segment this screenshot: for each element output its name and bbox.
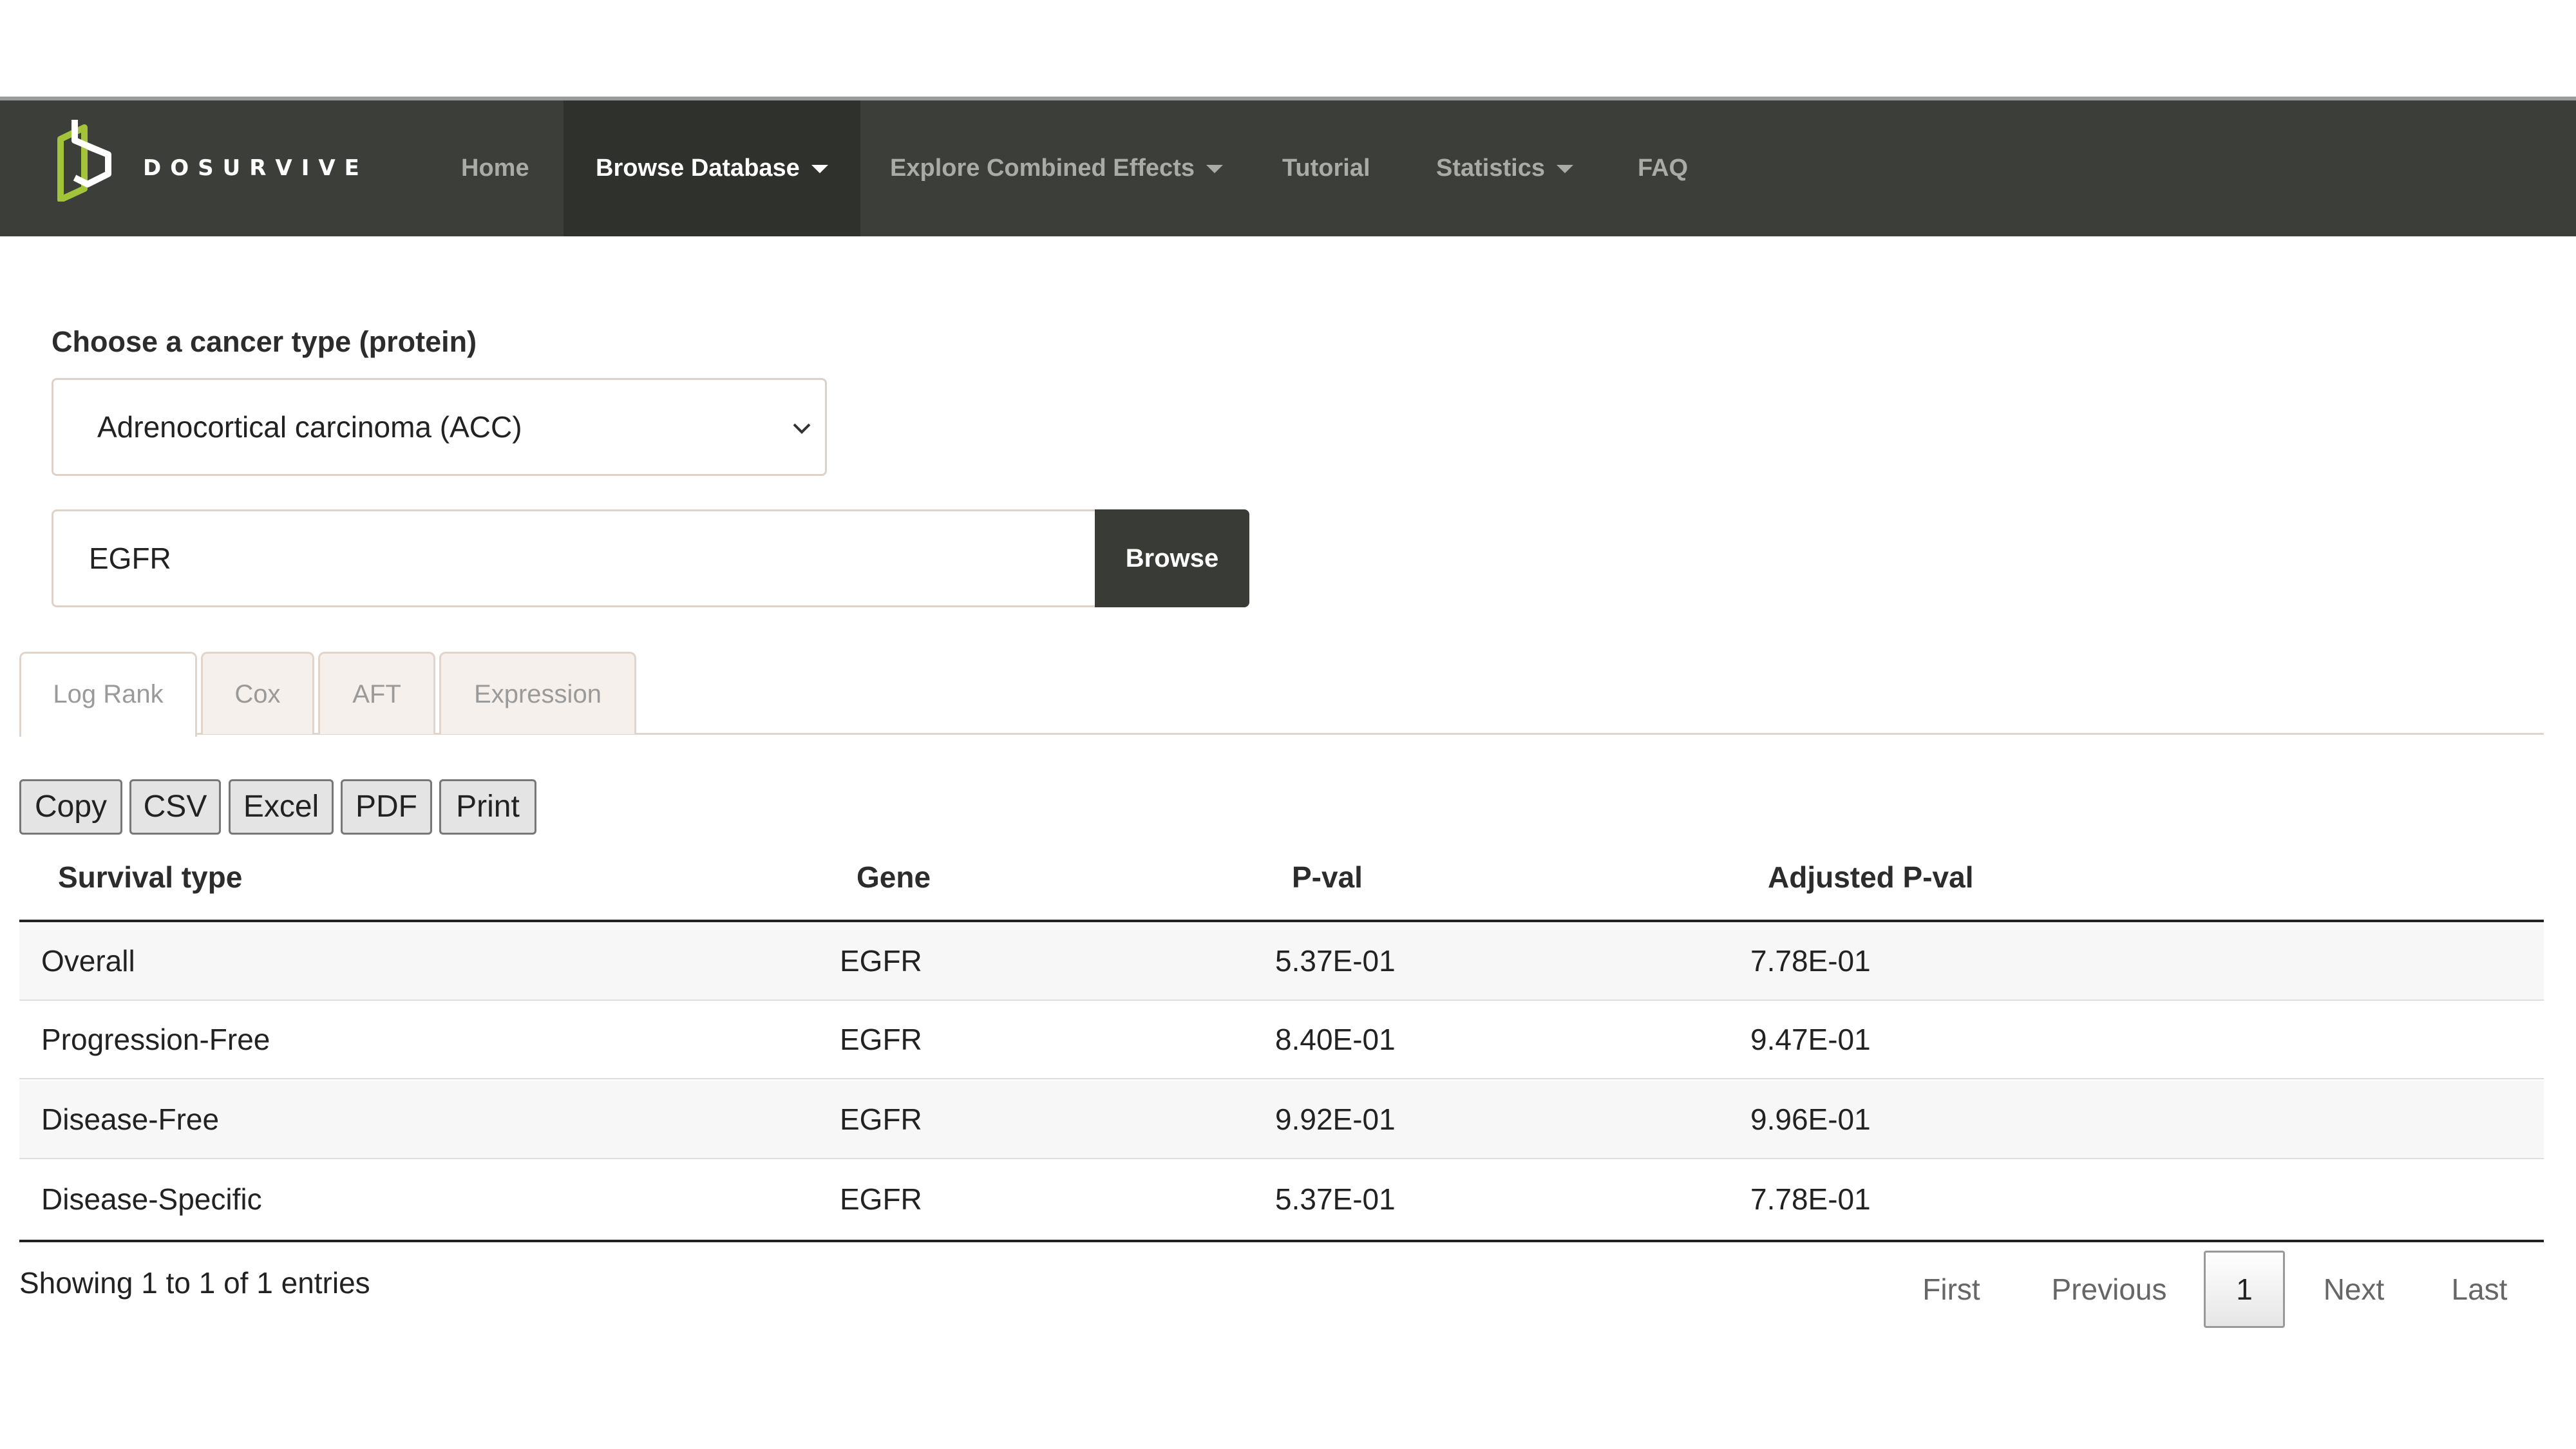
- tab-log-rank[interactable]: Log Rank: [19, 652, 197, 737]
- nav-home[interactable]: Home: [461, 100, 529, 236]
- pagination-last[interactable]: Last: [2434, 1251, 2524, 1328]
- copy-button[interactable]: Copy: [19, 779, 122, 835]
- cell-survival-type: Progression-Free: [41, 1023, 270, 1056]
- tab-expression[interactable]: Expression: [439, 652, 636, 734]
- excel-button[interactable]: Excel: [229, 779, 334, 835]
- cell-adjusted-pval: 7.78E-01: [1750, 944, 1871, 978]
- cell-survival-type: Disease-Specific: [41, 1182, 262, 1216]
- dosurvive-logo-icon[interactable]: [49, 115, 120, 202]
- cell-gene: EGFR: [840, 1023, 922, 1056]
- nav-explore-label: Explore Combined Effects: [890, 155, 1195, 182]
- nav-home-label: Home: [461, 155, 529, 182]
- nav-statistics[interactable]: Statistics: [1436, 100, 1573, 236]
- column-header-adjusted-pval[interactable]: Adjusted P-val: [1768, 850, 1974, 917]
- caret-down-icon: [1206, 165, 1223, 174]
- nav-browse-database[interactable]: Browse Database: [564, 100, 860, 236]
- pagination-next[interactable]: Next: [2309, 1251, 2399, 1328]
- cell-adjusted-pval: 7.78E-01: [1750, 1182, 1871, 1216]
- cell-pval: 5.37E-01: [1275, 944, 1396, 978]
- cell-survival-type: Disease-Free: [41, 1103, 220, 1136]
- nav-tutorial[interactable]: Tutorial: [1282, 100, 1370, 236]
- table-row: Disease-Free EGFR 9.92E-01 9.96E-01: [19, 1081, 2544, 1159]
- browse-button[interactable]: Browse: [1095, 509, 1249, 607]
- pagination-page-1[interactable]: 1: [2204, 1251, 2285, 1328]
- tab-aft[interactable]: AFT: [318, 652, 435, 734]
- table-row: Overall EGFR 5.37E-01 7.78E-01: [19, 922, 2544, 1001]
- cell-adjusted-pval: 9.47E-01: [1750, 1023, 1871, 1056]
- nav-faq-label: FAQ: [1638, 155, 1689, 182]
- cell-pval: 8.40E-01: [1275, 1023, 1396, 1056]
- column-header-pval[interactable]: P-val: [1292, 850, 1363, 917]
- cancer-type-select[interactable]: Adrenocortical carcinoma (ACC): [52, 378, 827, 476]
- caret-down-icon: [811, 165, 828, 174]
- cell-gene: EGFR: [840, 1182, 922, 1216]
- pagination-previous[interactable]: Previous: [2029, 1251, 2190, 1328]
- cell-survival-type: Overall: [41, 944, 135, 978]
- cell-gene: EGFR: [840, 1103, 922, 1136]
- nav-explore-combined-effects[interactable]: Explore Combined Effects: [890, 100, 1223, 236]
- cancer-type-label: Choose a cancer type (protein): [52, 325, 477, 358]
- gene-search-input[interactable]: EGFR: [52, 509, 1095, 607]
- nav-tutorial-label: Tutorial: [1282, 155, 1370, 182]
- tab-cox[interactable]: Cox: [201, 652, 314, 734]
- table-info-text: Showing 1 to 1 of 1 entries: [19, 1266, 370, 1300]
- cancer-type-selected-value: Adrenocortical carcinoma (ACC): [97, 410, 522, 444]
- cell-pval: 5.37E-01: [1275, 1182, 1396, 1216]
- print-button[interactable]: Print: [439, 779, 536, 835]
- csv-button[interactable]: CSV: [129, 779, 221, 835]
- table-row: Progression-Free EGFR 8.40E-01 9.47E-01: [19, 1001, 2544, 1079]
- nav-browse-database-label: Browse Database: [596, 155, 800, 182]
- column-header-survival-type[interactable]: Survival type: [58, 850, 242, 917]
- cell-pval: 9.92E-01: [1275, 1103, 1396, 1136]
- nav-faq[interactable]: FAQ: [1638, 100, 1688, 236]
- nav-statistics-label: Statistics: [1436, 155, 1545, 182]
- cell-adjusted-pval: 9.96E-01: [1750, 1103, 1871, 1136]
- brand-text: DOSURVIVE: [143, 155, 368, 180]
- navbar: DOSURVIVE Home Browse Database Explore C…: [0, 100, 2576, 236]
- chevron-down-icon: [793, 423, 811, 434]
- brand-wordmark[interactable]: DOSURVIVE: [143, 155, 401, 180]
- table-row: Disease-Specific EGFR 5.37E-01 7.78E-01: [19, 1160, 2544, 1239]
- pagination-first[interactable]: First: [1900, 1251, 2003, 1328]
- caret-down-icon: [1556, 165, 1573, 174]
- table-bottom-border: [19, 1240, 2544, 1242]
- cell-gene: EGFR: [840, 944, 922, 978]
- column-header-gene[interactable]: Gene: [857, 850, 931, 917]
- pdf-button[interactable]: PDF: [341, 779, 432, 835]
